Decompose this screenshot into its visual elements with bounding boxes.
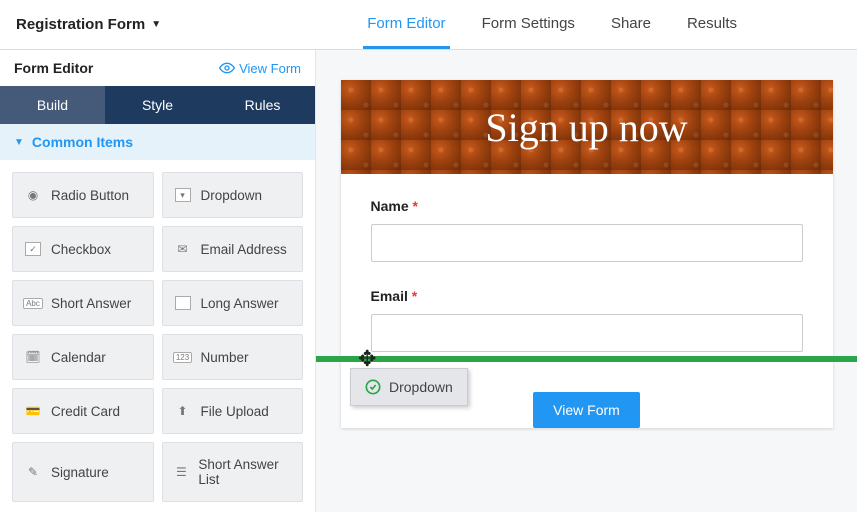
dropdown-icon: ▾: [173, 187, 193, 203]
item-dropdown[interactable]: ▾ Dropdown: [162, 172, 304, 218]
radio-icon: ◉: [23, 187, 43, 203]
number-icon: 123: [173, 349, 193, 365]
field-label-text: Email: [371, 288, 408, 304]
text-icon: Abc: [23, 295, 43, 311]
item-label: Short Answer: [51, 296, 131, 311]
tab-build[interactable]: Build: [0, 86, 105, 124]
email-icon: ✉: [173, 241, 193, 257]
form-title-text: Registration Form: [16, 16, 145, 33]
item-file-upload[interactable]: ⬆ File Upload: [162, 388, 304, 434]
item-label: Number: [201, 350, 249, 365]
form-title-dropdown[interactable]: Registration Form ▼: [16, 16, 161, 33]
nav-share[interactable]: Share: [607, 1, 655, 49]
sidebar: Form Editor View Form Build Style Rules …: [0, 50, 316, 512]
item-radio-button[interactable]: ◉ Radio Button: [12, 172, 154, 218]
top-bar: Registration Form ▼ Form Editor Form Set…: [0, 0, 857, 50]
eye-icon: [219, 60, 235, 76]
items-grid: ◉ Radio Button ▾ Dropdown ✓ Checkbox ✉ Email…: [0, 160, 315, 512]
required-mark: *: [412, 288, 417, 304]
item-short-answer-list[interactable]: ☰ Short Answer List: [162, 442, 304, 502]
section-common-items[interactable]: ▼ Common Items: [0, 124, 315, 160]
sidebar-title: Form Editor: [14, 60, 93, 76]
list-icon: ☰: [173, 464, 191, 480]
item-label: Email Address: [201, 242, 287, 257]
checkbox-icon: ✓: [23, 241, 43, 257]
view-form-button[interactable]: View Form: [533, 392, 640, 428]
form-canvas[interactable]: Sign up now Name * Email * View Form ✥ D…: [316, 50, 857, 512]
nav-form-settings[interactable]: Form Settings: [478, 1, 579, 49]
tab-rules[interactable]: Rules: [210, 86, 315, 124]
item-calendar[interactable]: 🗓 Calendar: [12, 334, 154, 380]
item-label: Credit Card: [51, 404, 120, 419]
drop-indicator: [316, 356, 857, 362]
item-signature[interactable]: ✎ Signature: [12, 442, 154, 502]
item-credit-card[interactable]: 💳 Credit Card: [12, 388, 154, 434]
caret-down-icon: ▼: [151, 19, 161, 30]
item-label: Short Answer List: [198, 457, 292, 487]
drag-ghost-label: Dropdown: [389, 379, 453, 395]
item-short-answer[interactable]: Abc Short Answer: [12, 280, 154, 326]
item-label: Checkbox: [51, 242, 111, 257]
view-form-link-label: View Form: [239, 61, 301, 76]
item-label: Radio Button: [51, 188, 129, 203]
item-long-answer[interactable]: Long Answer: [162, 280, 304, 326]
top-nav: Form Editor Form Settings Share Results: [363, 1, 841, 49]
item-number[interactable]: 123 Number: [162, 334, 304, 380]
field-name[interactable]: Name *: [371, 198, 803, 262]
tab-style[interactable]: Style: [105, 86, 210, 124]
section-label: Common Items: [32, 134, 133, 150]
nav-form-editor[interactable]: Form Editor: [363, 1, 449, 49]
signature-icon: ✎: [23, 464, 43, 480]
item-label: Signature: [51, 465, 109, 480]
nav-results[interactable]: Results: [683, 1, 741, 49]
drag-ghost-dropdown: Dropdown: [350, 368, 468, 406]
required-mark: *: [413, 198, 418, 214]
form-header-title: Sign up now: [485, 104, 687, 151]
field-label: Name *: [371, 198, 803, 214]
item-label: Long Answer: [201, 296, 279, 311]
item-label: Calendar: [51, 350, 106, 365]
caret-down-icon: ▼: [14, 137, 24, 148]
field-email[interactable]: Email *: [371, 288, 803, 352]
textarea-icon: [173, 295, 193, 311]
form-header[interactable]: Sign up now: [341, 80, 833, 174]
email-input[interactable]: [371, 314, 803, 352]
item-label: File Upload: [201, 404, 269, 419]
card-icon: 💳: [23, 403, 43, 419]
item-label: Dropdown: [201, 188, 263, 203]
field-label-text: Name: [371, 198, 409, 214]
view-form-link[interactable]: View Form: [219, 60, 301, 76]
sidebar-tabs: Build Style Rules: [0, 86, 315, 124]
field-label: Email *: [371, 288, 803, 304]
calendar-icon: 🗓: [23, 349, 43, 365]
item-email[interactable]: ✉ Email Address: [162, 226, 304, 272]
item-checkbox[interactable]: ✓ Checkbox: [12, 226, 154, 272]
upload-icon: ⬆: [173, 403, 193, 419]
check-circle-icon: [365, 379, 381, 395]
name-input[interactable]: [371, 224, 803, 262]
